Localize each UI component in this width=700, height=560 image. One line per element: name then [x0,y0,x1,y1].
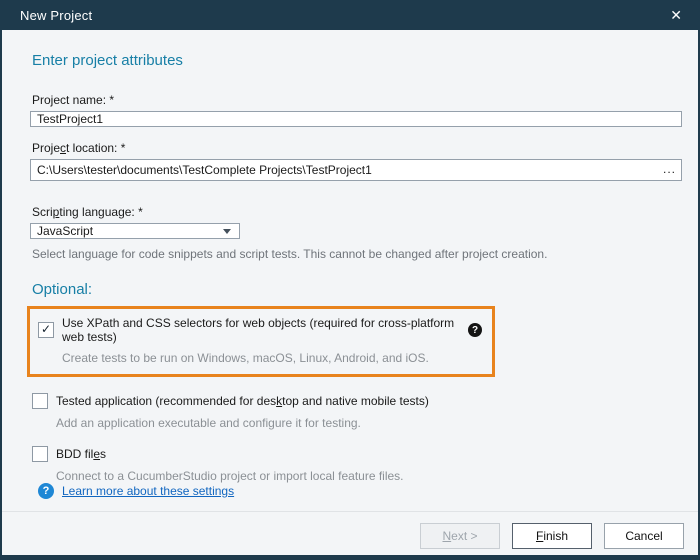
scripting-language-value: JavaScript [37,224,93,238]
learn-more-link[interactable]: Learn more about these settings [62,484,234,498]
tested-app-row: Tested application (recommended for desk… [32,393,686,409]
button-row: Next > Finish Cancel [30,512,686,555]
bdd-label[interactable]: BDD files [56,447,106,461]
help-circle-icon[interactable]: ? [38,483,54,499]
scripting-language-label: Scripting language: * [32,205,686,219]
xpath-option-label[interactable]: Use XPath and CSS selectors for web obje… [62,316,456,344]
window-title: New Project [20,8,92,23]
close-icon[interactable]: ✕ [666,6,686,24]
tested-app-description: Add an application executable and config… [56,416,686,430]
bdd-checkbox[interactable] [32,446,48,462]
xpath-option-highlight: ✓ Use XPath and CSS selectors for web ob… [27,306,495,377]
project-name-input[interactable] [30,111,682,127]
project-name-label: Project name: * [32,93,686,107]
help-icon[interactable]: ? [468,323,482,337]
cancel-button[interactable]: Cancel [604,523,684,549]
browse-button[interactable]: ... [663,162,676,176]
tested-app-label[interactable]: Tested application (recommended for desk… [56,394,429,408]
page-title: Enter project attributes [32,52,686,69]
xpath-option-row: ✓ Use XPath and CSS selectors for web ob… [38,316,482,344]
project-location-field: ... [30,159,682,181]
dialog-body: Enter project attributes Project name: *… [2,30,698,555]
xpath-checkbox[interactable]: ✓ [38,322,54,338]
tested-app-checkbox[interactable] [32,393,48,409]
learn-more-row: ? Learn more about these settings [38,483,686,499]
new-project-dialog: New Project ✕ Enter project attributes P… [0,0,700,560]
next-button: Next > [420,523,500,549]
finish-button[interactable]: Finish [512,523,592,549]
title-bar: New Project ✕ [0,0,700,30]
optional-heading: Optional: [32,281,686,298]
chevron-down-icon [223,229,231,234]
project-location-label: Project location: * [32,141,686,155]
scripting-language-dropdown[interactable]: JavaScript [30,223,240,239]
scripting-language-hint: Select language for code snippets and sc… [32,247,686,261]
xpath-option-description: Create tests to be run on Windows, macOS… [62,351,482,365]
bdd-option: BDD files Connect to a CucumberStudio pr… [32,446,686,483]
bdd-row: BDD files [32,446,686,462]
tested-app-option: Tested application (recommended for desk… [32,393,686,430]
project-location-input[interactable] [30,159,682,181]
bdd-description: Connect to a CucumberStudio project or i… [56,469,686,483]
